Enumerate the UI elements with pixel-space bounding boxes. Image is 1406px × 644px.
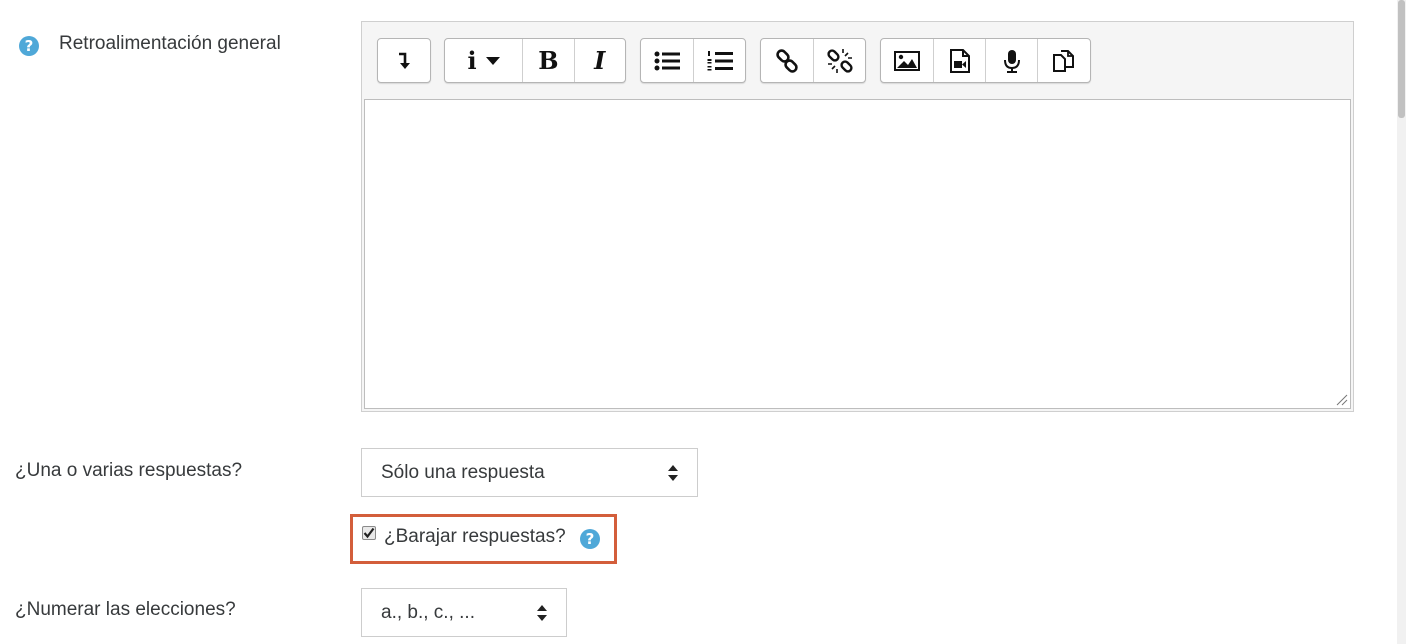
video-icon	[949, 48, 970, 73]
unordered-list-icon	[654, 51, 680, 70]
image-icon	[894, 50, 920, 71]
help-icon[interactable]: ?	[580, 529, 600, 549]
feedback-label: Retroalimentación general	[59, 33, 281, 54]
rich-text-editor: i B I	[361, 21, 1354, 412]
toolbar-group-format: i B I	[444, 38, 626, 83]
collapse-button[interactable]	[378, 39, 430, 82]
bold-button[interactable]: B	[522, 39, 573, 82]
manage-files-icon	[1052, 49, 1074, 72]
shuffle-label[interactable]: ¿Barajar respuestas?	[384, 526, 566, 548]
unordered-list-button[interactable]	[641, 39, 693, 82]
select-caret-icon	[537, 605, 547, 621]
ordered-list-icon	[707, 50, 733, 70]
help-icon[interactable]: ?	[19, 36, 39, 56]
select-caret-icon	[668, 465, 678, 481]
unlink-button[interactable]	[813, 39, 865, 82]
numbering-value: a., b., c., ...	[381, 602, 475, 623]
italic-icon: I	[594, 46, 606, 75]
image-button[interactable]	[881, 39, 933, 82]
ordered-list-button[interactable]	[693, 39, 745, 82]
manage-files-button[interactable]	[1037, 39, 1089, 82]
video-button[interactable]	[933, 39, 985, 82]
italic-button[interactable]: I	[573, 39, 625, 82]
shuffle-checkbox[interactable]	[362, 526, 376, 540]
collapse-icon	[399, 52, 410, 69]
record-audio-icon	[1003, 49, 1020, 73]
paragraph-style-icon: i	[467, 46, 477, 75]
single-answer-label: ¿Una o varias respuestas?	[15, 460, 243, 481]
numbering-select[interactable]: a., b., c., ...	[361, 588, 567, 637]
unlink-icon	[826, 48, 853, 73]
checkmark-icon	[363, 527, 375, 539]
toolbar-group-links	[760, 38, 866, 83]
editor-toolbar: i B I	[362, 22, 1353, 98]
single-answer-value: Sólo una respuesta	[381, 462, 545, 483]
link-button[interactable]	[761, 39, 813, 82]
bold-icon: B	[538, 46, 559, 75]
page-scrollbar[interactable]	[1397, 0, 1406, 644]
feedback-textarea[interactable]	[364, 99, 1351, 409]
scrollbar-thumb[interactable]	[1398, 0, 1405, 118]
toolbar-group-collapse	[377, 38, 431, 83]
single-answer-select[interactable]: Sólo una respuesta	[361, 448, 698, 497]
toolbar-group-media	[880, 38, 1091, 83]
link-icon	[776, 48, 798, 73]
numbering-label: ¿Numerar las elecciones?	[15, 599, 236, 620]
toolbar-group-lists	[640, 38, 746, 83]
chevron-down-icon	[485, 56, 500, 65]
resize-grip-icon[interactable]	[1336, 394, 1348, 406]
record-audio-button[interactable]	[985, 39, 1037, 82]
paragraph-style-button[interactable]: i	[445, 39, 522, 82]
